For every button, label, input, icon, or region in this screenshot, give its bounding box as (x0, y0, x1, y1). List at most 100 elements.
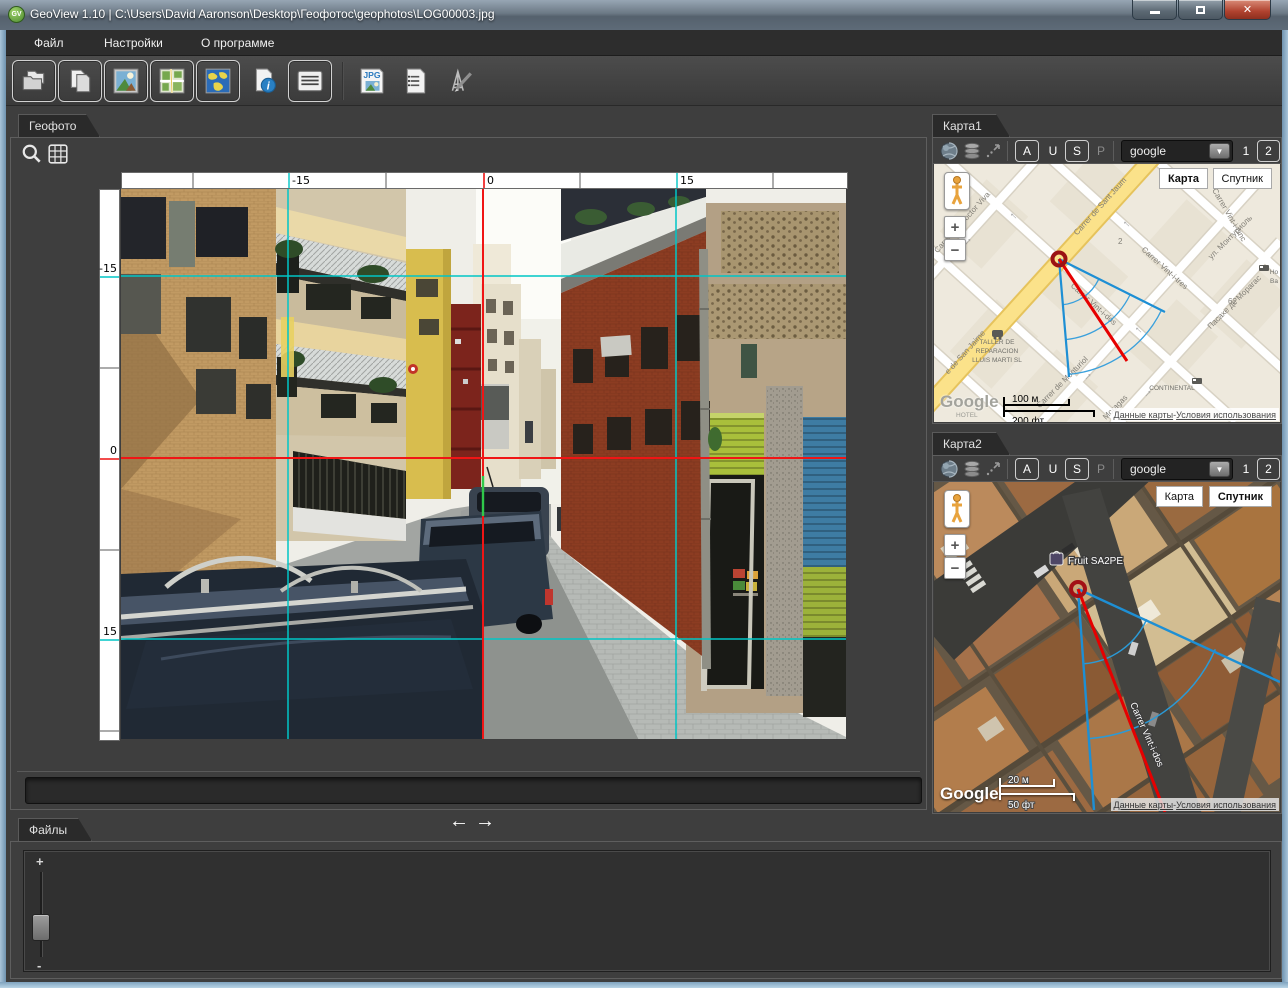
maximize-icon (1196, 6, 1205, 14)
map1-page-2[interactable]: 2 (1257, 140, 1280, 162)
dropdown-chevron-icon[interactable]: ▼ (1209, 461, 1230, 477)
maximize-button[interactable] (1178, 0, 1223, 20)
title-bar[interactable]: GV GeoView 1.10 | C:\Users\David Aaronso… (0, 0, 1288, 30)
map2-toggle-map[interactable]: Карта (1156, 486, 1203, 507)
dropdown-chevron-icon[interactable]: ▼ (1209, 143, 1230, 159)
client-area: Файл Настройки О программе i (6, 30, 1282, 982)
street-map-icon (158, 67, 186, 95)
poi-label: Ba (1270, 278, 1278, 285)
layers-icon[interactable] (962, 141, 982, 161)
status-field (25, 777, 922, 804)
separator (1007, 141, 1008, 161)
map2-button-a[interactable]: A (1015, 458, 1039, 480)
map2-button-p[interactable]: P (1093, 458, 1109, 480)
attribution-link[interactable]: Условия использования (1176, 410, 1276, 420)
minimize-button[interactable] (1132, 0, 1177, 20)
image-viewer-button[interactable] (104, 60, 148, 102)
geo-survey-button[interactable] (438, 60, 482, 102)
google-logo: Google (940, 784, 999, 804)
thumb-zoom-plus[interactable]: + (36, 854, 44, 869)
photo-canvas[interactable] (121, 189, 846, 739)
house-number: 2 (1118, 237, 1123, 246)
copy-files-button[interactable] (58, 60, 102, 102)
minimize-icon (1150, 11, 1160, 14)
menu-settings[interactable]: Настройки (94, 30, 173, 56)
tab-files[interactable]: Файлы (18, 818, 92, 841)
map2-page-1[interactable]: 1 (1239, 458, 1253, 480)
expand-icon[interactable] (985, 143, 1001, 159)
layers-icon[interactable] (962, 459, 982, 479)
tab-geofoto[interactable]: Геофото (18, 114, 100, 137)
separator (1113, 459, 1114, 479)
file-report-button[interactable] (396, 60, 436, 102)
map1-toggle-map[interactable]: Карта (1159, 168, 1208, 189)
world-map-button[interactable] (196, 60, 240, 102)
map2-toggle-sat[interactable]: Спутник (1209, 486, 1272, 507)
divider (17, 771, 920, 772)
map2-button-u[interactable]: U (1043, 458, 1063, 480)
close-button[interactable]: ✕ (1224, 0, 1271, 20)
grid-icon[interactable] (47, 143, 69, 165)
map1-canvas[interactable]: ↑↑ ↑↑ ↑↑ Carrer de Sant Jaum e de San Ja… (934, 164, 1280, 422)
ruler-left: -15 0 15 (99, 189, 120, 741)
ruler-left-label: 0 (110, 444, 117, 457)
tab-karta1[interactable]: Карта1 (932, 114, 1010, 137)
map1-provider-dropdown[interactable]: google ▼ (1121, 140, 1233, 162)
map1-button-u[interactable]: U (1043, 140, 1063, 162)
map1-button-s[interactable]: S (1065, 140, 1089, 162)
tab-karta2-label: Карта2 (943, 437, 982, 451)
map2-panel: A U S P google ▼ 1 2 (932, 455, 1282, 814)
map1-zoom-in[interactable]: + (944, 216, 966, 238)
photo-info-button[interactable]: i (242, 60, 286, 102)
map1-viewport[interactable]: ↑↑ ↑↑ ↑↑ Carrer de Sant Jaum e de San Ja… (934, 164, 1280, 422)
expand-icon[interactable] (985, 461, 1001, 477)
menu-about[interactable]: О программе (191, 30, 284, 56)
globe-icon[interactable] (939, 459, 959, 479)
map1-zoom-out[interactable]: − (944, 239, 966, 261)
house-number: 62 (1228, 297, 1237, 306)
map2-button-s[interactable]: S (1065, 458, 1089, 480)
map2-zoom-in[interactable]: + (944, 534, 966, 556)
attribution-link[interactable]: Условия использования (1176, 800, 1276, 810)
separator (1007, 459, 1008, 479)
thumb-zoom-minus[interactable]: - (37, 958, 41, 973)
pegman-control[interactable] (944, 172, 970, 210)
open-files-button[interactable] (12, 60, 56, 102)
map1-toggle-sat[interactable]: Спутник (1213, 168, 1272, 189)
close-icon: ✕ (1243, 3, 1252, 16)
copy-files-icon (66, 67, 94, 95)
street-map-button[interactable] (150, 60, 194, 102)
image-icon (112, 67, 140, 95)
next-photo-button[interactable]: → (473, 809, 497, 833)
pegman-control[interactable] (944, 490, 970, 528)
thumb-zoom-handle[interactable] (32, 914, 50, 941)
files-panel: + - (10, 841, 1282, 979)
map1-panel: A U S P google ▼ 1 2 (932, 137, 1282, 424)
globe-icon[interactable] (939, 141, 959, 161)
ruler-top-label: 15 (680, 174, 694, 187)
window-title: GeoView 1.10 | C:\Users\David Aaronson\D… (30, 7, 495, 21)
fruit-shop-text: Fruit SA2PE (1068, 556, 1123, 567)
survey-tower-icon (446, 67, 474, 95)
map2-zoom-out[interactable]: − (944, 557, 966, 579)
text-panel-button[interactable] (288, 60, 332, 102)
files-list-area[interactable] (23, 850, 1271, 972)
attribution-link[interactable]: Данные карты (1114, 410, 1174, 420)
magnifier-icon[interactable] (21, 143, 43, 165)
tab-karta1-label: Карта1 (943, 119, 982, 133)
map1-button-a[interactable]: A (1015, 140, 1039, 162)
poi-label: LLUIS MARTI SL (972, 357, 1022, 364)
menu-file[interactable]: Файл (24, 30, 74, 56)
map2-canvas[interactable]: Fruit SA2PE Carrer Vint-i-dos 20 м 50 фт (934, 482, 1280, 812)
map2-viewport[interactable]: Fruit SA2PE Carrer Vint-i-dos 20 м 50 фт… (934, 482, 1280, 812)
map1-button-p[interactable]: P (1093, 140, 1109, 162)
map2-page-2[interactable]: 2 (1257, 458, 1280, 480)
jpg-icon: JPG (358, 67, 386, 95)
attribution-link[interactable]: Данные карты (1114, 800, 1174, 810)
map1-page-1[interactable]: 1 (1239, 140, 1253, 162)
map2-provider-dropdown[interactable]: google ▼ (1121, 458, 1233, 480)
prev-photo-button[interactable]: ← (447, 809, 471, 833)
tab-karta2[interactable]: Карта2 (932, 432, 1010, 455)
map1-provider-value: google (1130, 144, 1166, 158)
jpg-convert-button[interactable]: JPG (352, 60, 392, 102)
